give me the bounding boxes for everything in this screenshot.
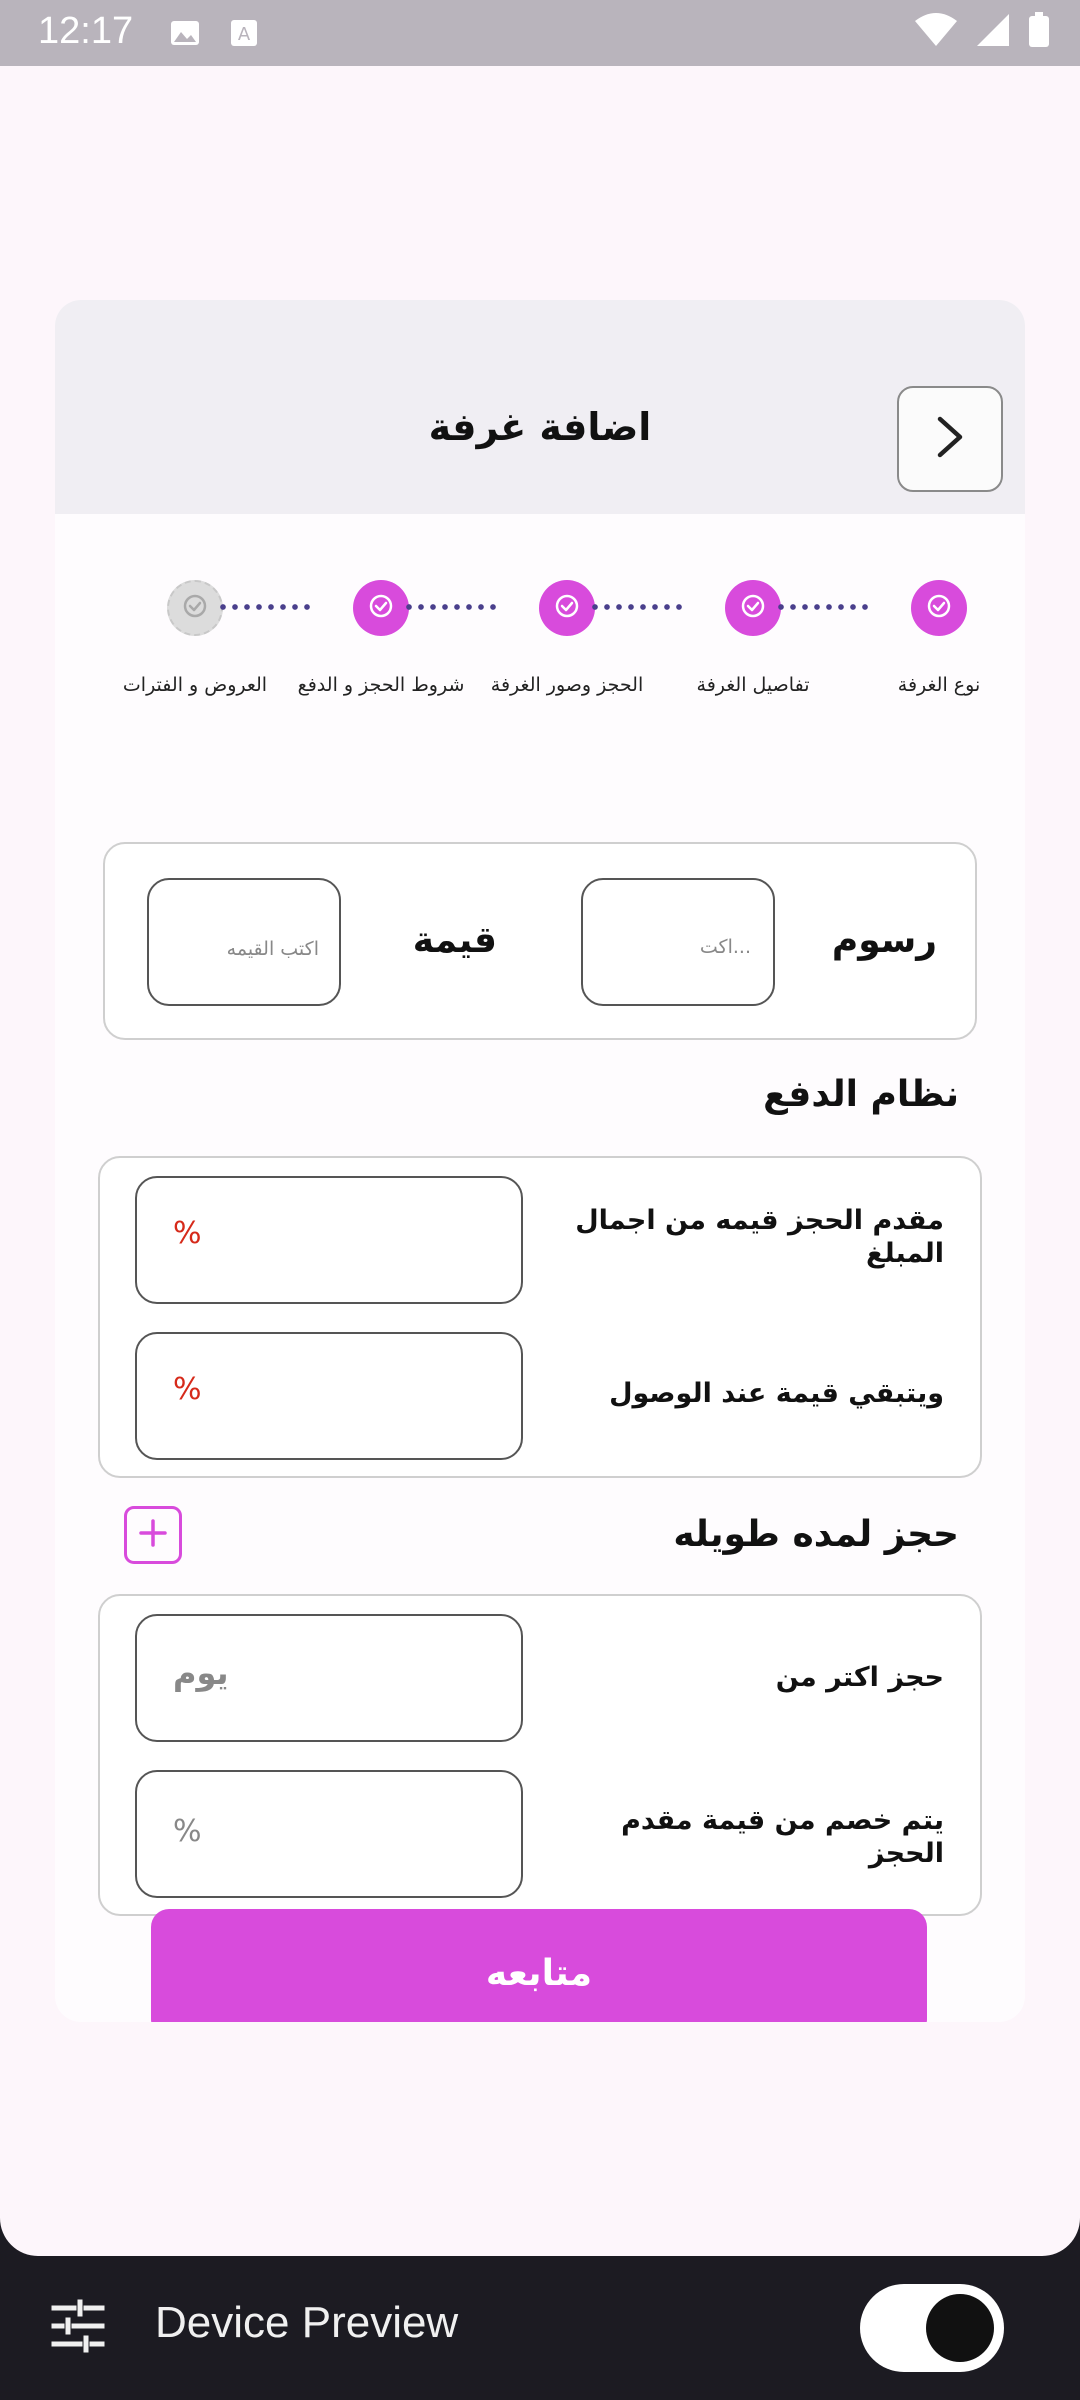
fees-label: رسوم	[831, 920, 937, 961]
card-header: اضافة غرفة	[55, 300, 1025, 514]
svg-text:A: A	[238, 24, 251, 45]
device-preview-toggle[interactable]	[860, 2284, 1004, 2372]
payment-section: مقدم الحجز قيمه من اجمال المبلغ % ويتبقي…	[98, 1156, 982, 1478]
check-icon	[369, 594, 393, 622]
deposit-input[interactable]: %	[135, 1176, 523, 1304]
fees-input[interactable]: اكت...	[581, 878, 775, 1006]
step-room-type[interactable]	[911, 580, 967, 636]
step-room-details[interactable]	[725, 580, 781, 636]
deposit-label: مقدم الحجز قيمه من اجمال المبلغ	[575, 1205, 944, 1269]
font-icon: A	[230, 18, 260, 48]
fees-placeholder: اكت...	[699, 936, 751, 958]
discount-placeholder: %	[173, 1814, 202, 1849]
value-label: قيمة	[412, 920, 497, 961]
step-label: شروط الحجز و الدفع	[297, 674, 465, 696]
step-offers-periods[interactable]	[167, 580, 223, 636]
value-placeholder: اكتب القيمه	[226, 938, 319, 960]
image-icon	[170, 18, 200, 48]
remaining-placeholder: %	[173, 1372, 202, 1407]
step-connector	[217, 604, 313, 610]
status-time: 12:17	[38, 10, 134, 52]
step-connector	[403, 604, 499, 610]
step-label: الحجز وصور الغرفة	[490, 674, 644, 696]
toggle-knob	[926, 2294, 994, 2362]
discount-input[interactable]: %	[135, 1770, 523, 1898]
discount-label: يتم خصم من قيمة مقدم الحجز	[621, 1805, 944, 1869]
remaining-label: ويتبقي قيمة عند الوصول	[609, 1378, 944, 1409]
step-booking-photos[interactable]	[539, 580, 595, 636]
add-long-stay-button[interactable]	[124, 1506, 182, 1564]
chevron-right-icon	[930, 413, 970, 465]
deposit-placeholder: %	[173, 1216, 202, 1251]
long-stay-section: حجز اكتر من يوم يتم خصم من قيمة مقدم الح…	[98, 1594, 982, 1916]
step-label: العروض و الفترات	[122, 674, 268, 696]
app-screen: اضافة غرفة نوع الغرفة تفاصيل الغرفة الحج…	[0, 66, 1080, 2256]
fees-section: رسوم اكت... قيمة اكتب القيمه	[103, 842, 977, 1040]
check-icon	[555, 594, 579, 622]
battery-icon	[1028, 12, 1050, 52]
step-label: تفاصيل الغرفة	[696, 674, 810, 696]
device-preview-bar: Device Preview	[0, 2256, 1080, 2400]
days-placeholder: يوم	[173, 1654, 229, 1692]
back-button[interactable]	[897, 386, 1003, 492]
step-booking-payment[interactable]	[353, 580, 409, 636]
step-connector	[589, 604, 685, 610]
step-label: نوع الغرفة	[897, 674, 981, 696]
long-stay-title: حجز لمده طويله	[673, 1514, 959, 1555]
add-room-card: اضافة غرفة نوع الغرفة تفاصيل الغرفة الحج…	[55, 300, 1025, 2022]
device-preview-title: Device Preview	[155, 2298, 459, 2347]
check-icon	[741, 594, 765, 622]
days-input[interactable]: يوم	[135, 1614, 523, 1742]
payment-title: نظام الدفع	[763, 1074, 959, 1115]
remaining-input[interactable]: %	[135, 1332, 523, 1460]
plus-icon	[137, 1517, 169, 1553]
wifi-icon	[914, 13, 958, 51]
check-icon	[183, 594, 207, 622]
continue-button[interactable]: متابعه	[151, 1909, 927, 2022]
value-input[interactable]: اكتب القيمه	[147, 878, 341, 1006]
days-label: حجز اكتر من	[775, 1662, 944, 1693]
page-title: اضافة غرفة	[428, 405, 652, 449]
check-icon	[927, 594, 951, 622]
step-connector	[775, 604, 871, 610]
status-bar: 12:17 A	[0, 0, 1080, 66]
signal-icon	[976, 13, 1010, 51]
sliders-icon[interactable]	[50, 2298, 106, 2358]
